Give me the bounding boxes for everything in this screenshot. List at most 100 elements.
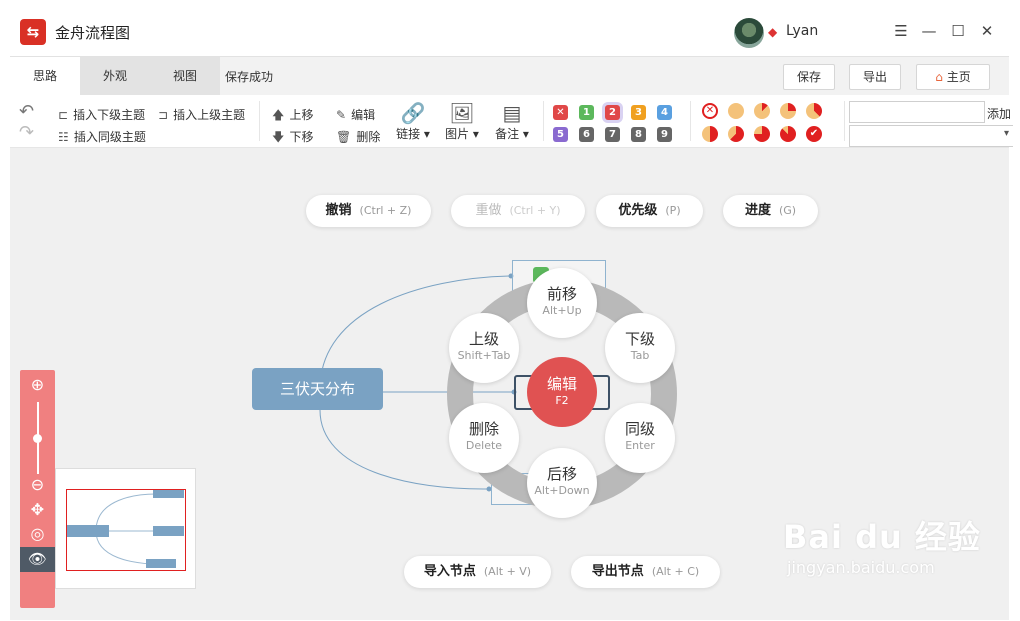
delete-label: 删除 [356,130,381,144]
tab-bar: 思路 外观 视图 保存成功 保存 导出 ⌂ 主页 [10,56,1009,95]
shortcut-pill-label: 进度 [744,203,771,218]
link-button[interactable]: 🔗 链接 ▾ [391,101,435,142]
move-backward-button[interactable]: 后移 Alt+Down [527,448,597,518]
priority-4-icon[interactable]: 4 [657,105,672,120]
priority-5-icon[interactable]: 5 [553,127,568,142]
save-status: 保存成功 [225,70,274,84]
minimap[interactable] [55,468,196,589]
insert-child-button[interactable]: ⊏ 插入下级主题 [58,104,145,123]
add-sibling-button[interactable]: 同级 Enter [605,403,675,473]
note-button[interactable]: ▤ 备注 ▾ [490,101,534,142]
toolbar-divider [543,101,544,141]
menu-icon[interactable]: ☰ [890,20,912,42]
zoom-slider-handle[interactable] [33,434,42,443]
app-title: 金舟流程图 [55,24,131,42]
priority-6-icon[interactable]: 6 [579,127,594,142]
shortcut-pill-0[interactable]: 撤销 (Ctrl + Z) [306,195,431,227]
tag-select[interactable]: ▾ [849,125,1013,147]
move-down-button[interactable]: 🡇 下移 [272,126,313,149]
zoom-in-icon[interactable]: ⊕ [20,375,55,394]
priority-7-icon[interactable]: 7 [605,127,620,142]
toolbar: ↶ ↷ ⊏ 插入下级主题 ⊐ 插入上级主题 ☷ 插入同级主题 🡅 上移 🡇 下移… [10,95,1013,149]
shortcut-pill-label: 重做 [475,203,502,218]
main-topic-node[interactable]: 三伏天分布 [252,368,383,410]
add-parent-shortcut: Shift+Tab [457,349,511,362]
tag-input[interactable] [849,101,985,123]
undo-icon[interactable]: ↶ [19,101,34,122]
move-up-label: 上移 [289,108,314,122]
insert-parent-label: 插入上级主题 [173,108,246,122]
shortcut-pill-2[interactable]: 优先级 (P) [596,195,703,227]
node-action-label: 导入节点 [423,564,476,579]
username[interactable]: Lyan [786,23,818,39]
priority-8-icon[interactable]: 8 [631,127,646,142]
progress-p6-icon[interactable] [754,126,770,142]
progress-p4-icon[interactable] [702,126,718,142]
node-action-key: (Alt + V) [483,565,532,578]
toolbar-divider [844,101,845,141]
arrow-down-icon: 🡇 [272,130,285,144]
eye-icon[interactable]: 👁 [20,547,55,572]
note-label: 备注 [495,127,520,141]
move-forward-button[interactable]: 前移 Alt+Up [527,268,597,338]
delete-node-button[interactable]: 删除 Delete [449,403,519,473]
shortcut-pill-key: (P) [665,204,681,217]
fit-center-icon[interactable]: ◎ [20,524,55,543]
progress-start-icon[interactable] [728,103,744,119]
shortcut-pill-label: 优先级 [618,203,658,218]
move-up-button[interactable]: 🡅 上移 [272,104,313,127]
delete-node-shortcut: Delete [465,439,503,452]
add-tag-button[interactable]: 添加 [987,105,1011,122]
zoom-out-icon[interactable]: ⊖ [20,475,55,494]
home-button[interactable]: ⌂ 主页 [916,64,990,90]
tab-appearance[interactable]: 外观 [80,57,150,95]
baidu-watermark: Bai du 经验 jingyan.baidu.com [783,512,981,577]
progress-p2-icon[interactable] [780,103,796,119]
progress-done-icon[interactable]: ✔ [806,126,822,142]
home-label: 主页 [946,70,971,84]
export-node-button[interactable]: 导出节点 (Alt + C) [571,556,720,588]
edit-node-shortcut: F2 [555,394,569,407]
app-logo-icon: ⇆ [20,19,46,45]
priority-1-icon[interactable]: 1 [579,105,594,120]
insert-parent-button[interactable]: ⊐ 插入上级主题 [158,104,245,123]
trash-icon: 🗑 [336,130,352,144]
save-button[interactable]: 保存 [783,64,835,90]
progress-cancel-icon[interactable]: ✕ [702,103,718,119]
progress-p5-icon[interactable] [728,126,744,142]
note-icon: ▤ [502,101,522,125]
link-label: 链接 [396,127,421,141]
progress-p7-icon[interactable] [780,126,796,142]
insert-sibling-button[interactable]: ☷ 插入同级主题 [58,126,146,145]
move-backward-shortcut: Alt+Down [534,484,590,497]
edit-node-button[interactable]: 编辑 F2 [527,357,597,427]
import-node-button[interactable]: 导入节点 (Alt + V) [404,556,551,588]
priority-2-icon[interactable]: 2 [605,105,620,120]
tab-view[interactable]: 视图 [150,57,220,95]
image-button[interactable]: 🖼 图片 ▾ [440,101,484,142]
shortcut-pill-3[interactable]: 进度 (G) [723,195,818,227]
maximize-icon[interactable]: ☐ [947,20,969,42]
insert-child-label: 插入下级主题 [73,108,146,122]
minimap-viewport[interactable] [66,489,186,571]
priority-9-icon[interactable]: 9 [657,127,672,142]
pencil-icon: ✎ [336,108,347,122]
progress-p1-icon[interactable] [754,103,770,119]
priority-x-icon[interactable]: ✕ [553,105,568,120]
shortcut-pill-key: (G) [778,204,797,217]
insert-sibling-icon: ☷ [58,130,69,144]
user-avatar[interactable] [734,18,764,48]
delete-button[interactable]: 🗑 删除 [336,126,380,145]
add-child-button[interactable]: 下级 Tab [605,313,675,383]
close-icon[interactable]: ✕ [976,20,998,42]
export-button[interactable]: 导出 [849,64,901,90]
redo-icon[interactable]: ↷ [19,122,34,143]
add-parent-button[interactable]: 上级 Shift+Tab [449,313,519,383]
edit-button[interactable]: ✎ 编辑 [336,104,375,123]
priority-3-icon[interactable]: 3 [631,105,646,120]
tab-mindmap[interactable]: 思路 [10,57,80,95]
pan-move-icon[interactable]: ✥ [20,500,55,519]
progress-p3-icon[interactable] [806,103,822,119]
minimize-icon[interactable]: — [918,20,940,42]
shortcut-pill-1: 重做 (Ctrl + Y) [451,195,585,227]
